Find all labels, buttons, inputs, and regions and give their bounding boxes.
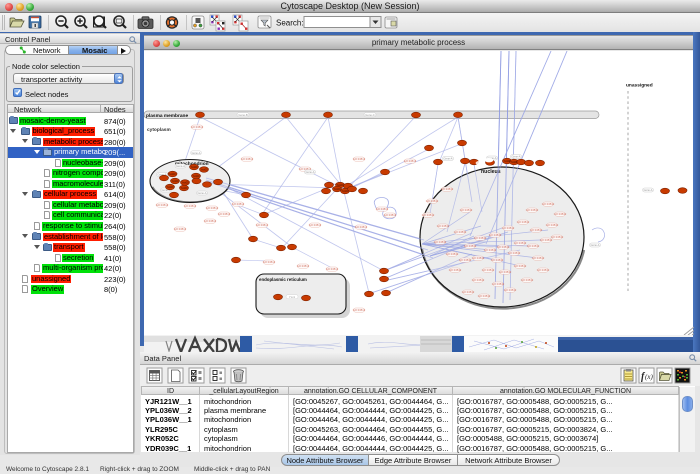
svg-text:(x): (x) [645,373,653,381]
svg-text:Gene-A: Gene-A [591,243,600,247]
svg-text:GO:04512: GO:04512 [514,264,527,268]
svg-text:Yxx00: Yxx00 [169,173,177,176]
svg-text:GO:04512: GO:04512 [460,208,473,212]
svg-text:cytoplasm: cytoplasm [147,127,171,133]
svg-text:GO:04512: GO:04512 [474,236,487,240]
svg-text:GO:04512: GO:04512 [492,282,505,286]
svg-text:Gene-A: Gene-A [192,151,201,155]
svg-text:GO:04512: GO:04512 [551,235,564,239]
svg-text:GO:04512: GO:04512 [527,244,540,248]
svg-text:GO:04512: GO:04512 [484,248,497,252]
svg-text:Gene-A: Gene-A [512,155,521,159]
svg-text:Yxx00: Yxx00 [193,175,201,178]
svg-text:GO:04512: GO:04512 [489,233,502,237]
svg-text:GO:04512: GO:04512 [204,219,217,223]
svg-text:GO:04512: GO:04512 [218,212,231,216]
svg-text:Gene-A: Gene-A [444,157,453,161]
svg-text:GO:04512: GO:04512 [263,260,276,264]
svg-text:GO:04512: GO:04512 [326,267,339,271]
svg-text:GO:04512: GO:04512 [437,224,450,228]
svg-text:GO:04512: GO:04512 [499,270,512,274]
svg-text:Yxx00: Yxx00 [191,166,199,169]
svg-text:Gene-B: Gene-B [238,113,247,117]
svg-text:Gene-C: Gene-C [365,113,374,117]
svg-text:GO:04512: GO:04512 [537,268,550,272]
svg-text:GO:04512: GO:04512 [184,204,197,208]
svg-text:GO:04512: GO:04512 [384,213,397,217]
svg-text:GO:04512: GO:04512 [426,199,439,203]
svg-text:GO:04512: GO:04512 [191,125,204,129]
svg-text:GO:04512: GO:04512 [355,225,368,229]
svg-text:Yxx00: Yxx00 [167,186,175,189]
svg-text:Yxx00: Yxx00 [172,180,180,183]
svg-text:GO:04512: GO:04512 [491,258,504,262]
svg-text:GO:04512: GO:04512 [454,230,467,234]
svg-text:GO:04512: GO:04512 [441,187,454,191]
svg-text:GO:04512: GO:04512 [422,213,435,217]
svg-text:GO:04512: GO:04512 [497,245,510,249]
svg-text:plasma membrane: plasma membrane [146,113,188,119]
svg-text:GO:04512: GO:04512 [449,268,462,272]
svg-text:GO:04512: GO:04512 [526,208,539,212]
svg-text:Yxx00: Yxx00 [337,184,345,187]
svg-text:Gene-A: Gene-A [198,191,207,195]
svg-text:GO:04512: GO:04512 [434,240,447,244]
svg-text:GO:04512: GO:04512 [508,251,521,255]
svg-text:GO:04512: GO:04512 [554,212,567,216]
svg-text:GO:04512: GO:04512 [353,157,366,161]
svg-text:Gene-A: Gene-A [176,164,185,168]
svg-text:GO:04512: GO:04512 [309,223,322,227]
svg-text:GO:04512: GO:04512 [297,264,310,268]
svg-text:endoplasmic reticulum: endoplasmic reticulum [259,277,307,282]
svg-text:GO:04512: GO:04512 [482,268,495,272]
svg-text:unassigned: unassigned [626,83,653,89]
svg-text:GO:04512: GO:04512 [517,220,530,224]
svg-text:GO:04512: GO:04512 [376,207,389,211]
svg-text:GO:04512: GO:04512 [404,159,417,163]
svg-text:GO:04512: GO:04512 [156,203,169,207]
svg-text:GO:04512: GO:04512 [464,244,477,248]
svg-text:Yxx00: Yxx00 [342,190,350,193]
svg-text:GO:04512: GO:04512 [502,226,515,230]
svg-text:GO:04512: GO:04512 [478,294,491,298]
svg-text:Gene-A: Gene-A [306,170,315,174]
svg-text:GO:04512: GO:04512 [462,290,475,294]
svg-text:Gene-A: Gene-A [644,188,653,192]
svg-text:Yxx00: Yxx00 [511,161,519,164]
svg-text:GO:04512: GO:04512 [521,278,534,282]
svg-text:GO:04512: GO:04512 [542,202,555,206]
svg-text:GO:04512: GO:04512 [459,258,472,262]
svg-text:GO:04512: GO:04512 [174,227,187,231]
svg-text:GO:04512: GO:04512 [504,288,517,292]
svg-text:Yxx00: Yxx00 [182,182,190,185]
svg-text:GO:04512: GO:04512 [514,241,527,245]
svg-text:GO:04512: GO:04512 [472,278,485,282]
svg-text:Yxx00: Yxx00 [201,169,209,172]
svg-text:GO:04512: GO:04512 [532,256,545,260]
svg-text:GO:04512: GO:04512 [446,252,459,256]
svg-text:GO:04512: GO:04512 [530,228,543,232]
svg-text:GO:04512: GO:04512 [256,223,269,227]
svg-text:GO:04512: GO:04512 [206,206,219,210]
svg-text:Search:: Search: [276,19,304,28]
svg-text:Yxx00: Yxx00 [334,188,342,191]
svg-text:Yxx00: Yxx00 [181,187,189,190]
svg-text:GO:04512: GO:04512 [241,157,254,161]
svg-text:GO:04512: GO:04512 [353,308,366,312]
svg-text:GO:04512: GO:04512 [232,202,245,206]
svg-text:GO:04512: GO:04512 [472,256,485,260]
svg-text:GO:04512: GO:04512 [546,223,559,227]
svg-text:Yxx1: Yxx1 [289,295,296,299]
